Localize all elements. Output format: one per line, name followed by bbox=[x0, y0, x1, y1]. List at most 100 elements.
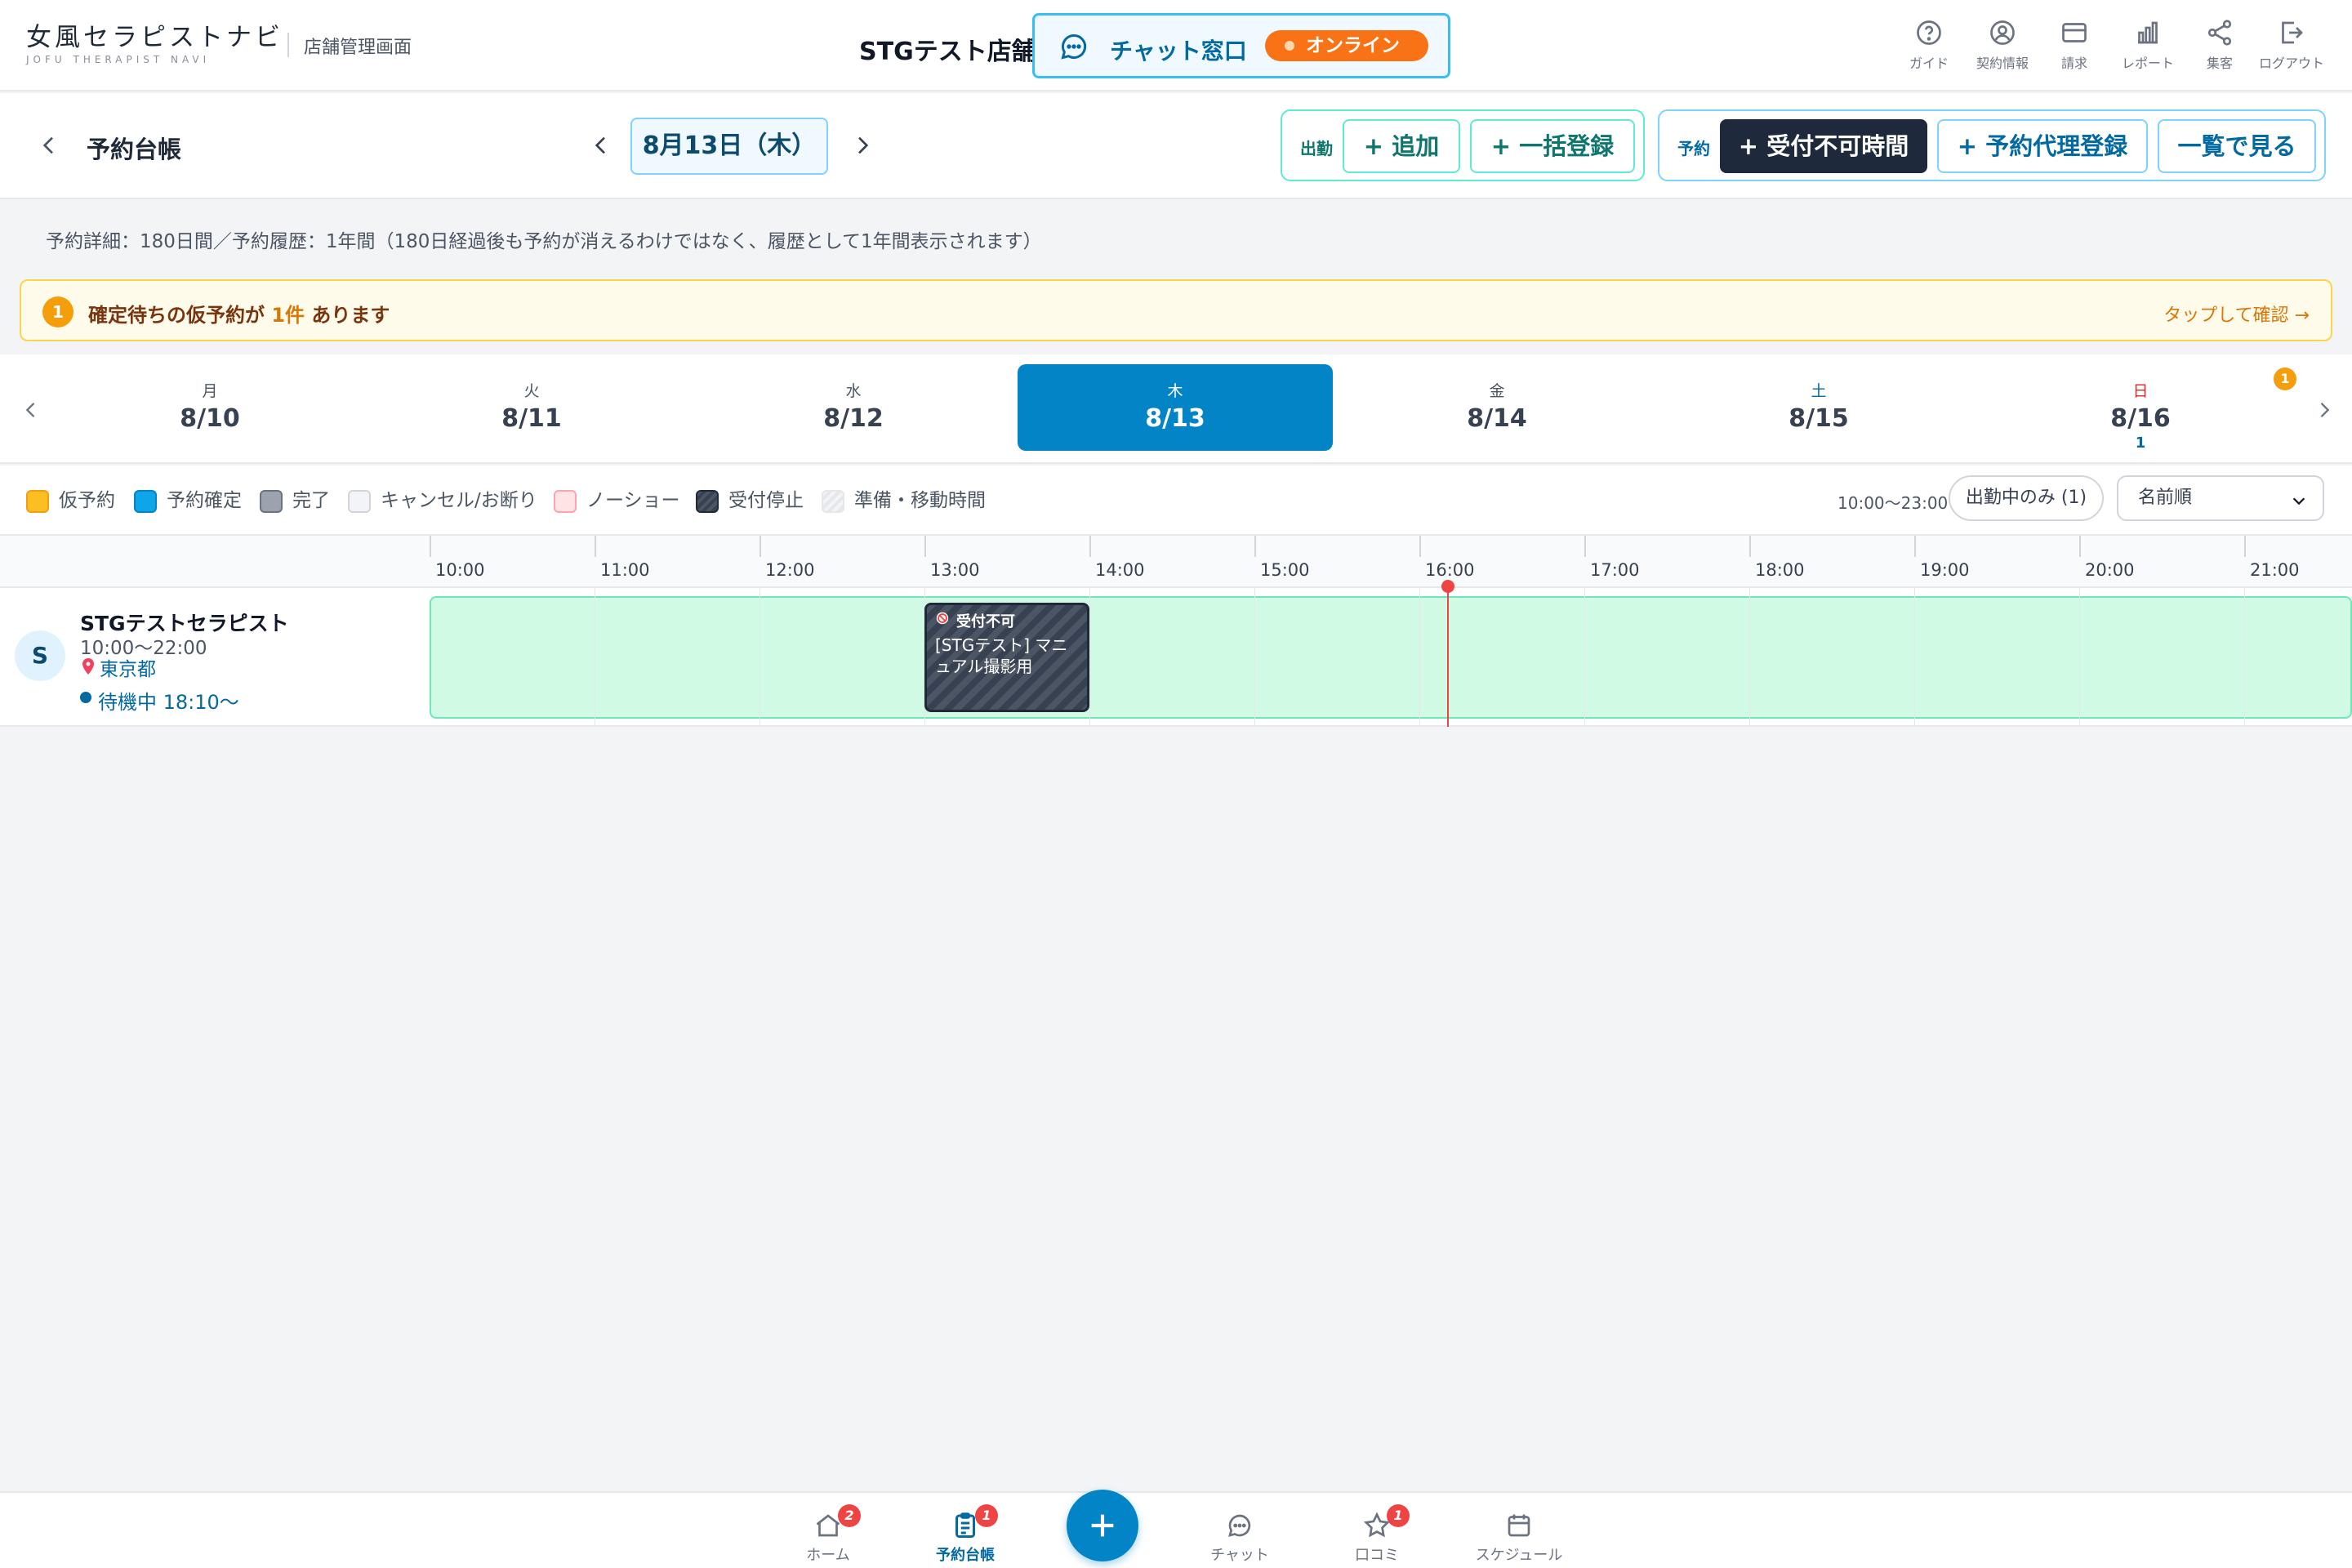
nav-guide[interactable]: ガイド bbox=[1895, 18, 1963, 72]
block-title-label: 受付不可 bbox=[956, 613, 1015, 630]
bottom-nav-reservations[interactable]: 1 予約台帳 bbox=[916, 1504, 1014, 1565]
shift-bar[interactable] bbox=[430, 596, 2352, 719]
therapist-row[interactable]: S STGテストセラピスト 10:00〜22:00 東京都 待機中 18:10〜… bbox=[0, 588, 2352, 727]
nav-marketing-label: 集客 bbox=[2206, 56, 2233, 71]
legend-label: 完了 bbox=[292, 490, 330, 511]
status-dot bbox=[1285, 41, 1294, 51]
nav-billing[interactable]: 請求 bbox=[2040, 18, 2109, 72]
nav-marketing[interactable]: 集客 bbox=[2185, 18, 2254, 72]
day-tab-tue[interactable]: 火 8/11 bbox=[374, 364, 689, 451]
logo-management-label: 店舗管理画面 bbox=[304, 38, 412, 58]
alert-message-post: あります bbox=[305, 304, 390, 327]
chat-window-button[interactable]: チャット窓口 オンライン bbox=[1032, 13, 1450, 78]
hour-tick bbox=[1089, 536, 1091, 557]
proxy-reservation-button[interactable]: + 予約代理登録 bbox=[1937, 119, 2148, 173]
hour-label: 10:00 bbox=[435, 560, 485, 580]
day-of-week: 木 bbox=[1167, 382, 1183, 400]
add-fab-button[interactable] bbox=[1067, 1490, 1138, 1561]
bottom-nav-chat[interactable]: チャット bbox=[1191, 1511, 1289, 1565]
view-list-button[interactable]: 一覧で見る bbox=[2158, 119, 2316, 173]
on-duty-filter-button[interactable]: 出勤中のみ (1) bbox=[1949, 475, 2104, 521]
prohibited-icon bbox=[936, 612, 949, 625]
date-picker-button[interactable]: 8月13日（木） bbox=[630, 118, 828, 175]
sort-select[interactable]: 名前順 bbox=[2117, 475, 2324, 521]
legend-swatch bbox=[260, 490, 283, 513]
hour-label: 12:00 bbox=[765, 560, 815, 580]
day-tab-fri[interactable]: 金 8/14 bbox=[1339, 364, 1655, 451]
bar-chart-icon bbox=[2138, 21, 2158, 44]
hour-tick bbox=[430, 536, 431, 557]
chat-bubble-icon bbox=[1059, 32, 1089, 61]
hour-tick bbox=[760, 536, 761, 557]
prev-date-chevron-icon[interactable] bbox=[588, 132, 614, 158]
logout-icon bbox=[2282, 21, 2303, 44]
logo-title[interactable]: 女風セラピストナビ bbox=[26, 16, 283, 53]
hour-tick bbox=[924, 536, 926, 557]
therapist-status: 待機中 18:10〜 bbox=[80, 686, 239, 715]
bottom-nav-schedule-label: スケジュール bbox=[1475, 1547, 1563, 1564]
status-dot bbox=[80, 692, 91, 703]
day-tab-mon[interactable]: 月 8/10 bbox=[52, 364, 368, 451]
alert-confirm-link[interactable]: タップして確認 → bbox=[2163, 301, 2310, 327]
retention-info-text: 予約詳細：180日間／予約履歴：1年間（180日経過後も予約が消えるわけではなく… bbox=[46, 231, 1042, 252]
bottom-nav-home[interactable]: 2 ホーム bbox=[779, 1504, 877, 1565]
timeline-header: 10:00 11:00 12:00 13:00 14:00 15:00 16:0… bbox=[0, 534, 2352, 588]
plus-icon bbox=[1091, 1514, 1114, 1537]
bottom-nav-reviews[interactable]: 1 口コミ bbox=[1328, 1504, 1426, 1565]
nav-contract-label: 契約情報 bbox=[1976, 56, 2029, 71]
current-time-marker bbox=[1441, 580, 1454, 593]
day-tab-wed[interactable]: 水 8/12 bbox=[696, 364, 1011, 451]
day-tab-sat[interactable]: 土 8/15 bbox=[1661, 364, 1976, 451]
hour-label: 18:00 bbox=[1755, 560, 1805, 580]
prev-week-chevron-icon[interactable] bbox=[20, 399, 42, 421]
day-date: 8/13 bbox=[1145, 404, 1205, 433]
day-date: 8/14 bbox=[1467, 404, 1527, 433]
page-title: 予約台帳 bbox=[87, 136, 182, 163]
day-tab-thu[interactable]: 木 8/13 bbox=[1018, 364, 1333, 451]
day-of-week: 火 bbox=[523, 382, 540, 400]
hour-tick bbox=[2244, 536, 2246, 557]
therapist-location-label: 東京都 bbox=[100, 659, 156, 680]
grid-line bbox=[2079, 588, 2080, 727]
next-date-chevron-icon[interactable] bbox=[849, 132, 875, 158]
block-description: [STGテスト] マニュアル撮影用 bbox=[935, 635, 1068, 676]
grid-line bbox=[1584, 588, 1585, 727]
legend-stopped: 受付停止 bbox=[696, 488, 804, 513]
pending-reservation-alert[interactable]: 1 確定待ちの仮予約が 1件 あります タップして確認 → bbox=[20, 279, 2332, 341]
hour-label: 14:00 bbox=[1095, 560, 1145, 580]
current-time-line bbox=[1447, 583, 1449, 727]
bottom-nav-schedule[interactable]: スケジュール bbox=[1470, 1511, 1568, 1565]
bulk-register-button[interactable]: + 一括登録 bbox=[1470, 119, 1635, 173]
sunday-pending-badge: 1 bbox=[2274, 368, 2296, 390]
hour-tick bbox=[1254, 536, 1256, 557]
nav-report[interactable]: レポート bbox=[2114, 18, 2182, 72]
add-shift-button[interactable]: + 追加 bbox=[1343, 119, 1460, 173]
block-title: 受付不可 bbox=[935, 610, 1079, 631]
back-chevron-icon[interactable] bbox=[36, 132, 62, 158]
legend-swatch bbox=[134, 490, 157, 513]
legend-swatch bbox=[696, 490, 719, 513]
nav-logout[interactable]: ログアウト bbox=[2257, 18, 2326, 72]
legend-tentative: 仮予約 bbox=[26, 488, 115, 513]
unavailable-block[interactable]: 受付不可 [STGテスト] マニュアル撮影用 bbox=[924, 603, 1089, 712]
reservation-group-label: 予約 bbox=[1677, 139, 1710, 158]
next-week-chevron-icon[interactable] bbox=[2313, 399, 2336, 421]
legend-cancelled: キャンセル/お断り bbox=[348, 488, 537, 513]
chevron-down-icon bbox=[2292, 497, 2305, 506]
legend-no-show: ノーショー bbox=[554, 488, 680, 513]
day-of-week: 土 bbox=[1811, 382, 1827, 400]
legend-swatch bbox=[822, 490, 844, 513]
grid-line bbox=[2244, 588, 2245, 727]
hour-tick bbox=[2079, 536, 2081, 557]
bottom-nav-reviews-label: 口コミ bbox=[1355, 1547, 1399, 1564]
nav-contract[interactable]: 契約情報 bbox=[1968, 18, 2037, 72]
legend-completed: 完了 bbox=[260, 488, 330, 513]
day-date: 8/11 bbox=[501, 404, 562, 433]
grid-line bbox=[1254, 588, 1255, 727]
day-date: 8/10 bbox=[180, 404, 240, 433]
legend-label: 予約確定 bbox=[167, 490, 242, 511]
unavailable-time-button[interactable]: + 受付不可時間 bbox=[1720, 119, 1927, 173]
avatar: S bbox=[15, 630, 65, 681]
day-tab-sun[interactable]: 日 8/16 1 bbox=[1983, 364, 2298, 452]
bottom-nav-reservations-label: 予約台帳 bbox=[936, 1547, 995, 1564]
